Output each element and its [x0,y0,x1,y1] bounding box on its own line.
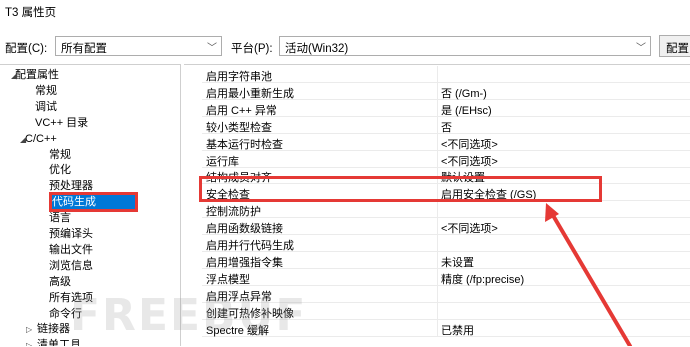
tree-item-label: C/C++ [25,132,57,145]
property-row[interactable]: 启用增强指令集 未设置 [202,251,690,269]
property-value: 精度 (/fp:precise) [441,273,525,286]
platform-dropdown[interactable]: 活动(Win32) ﹀ [279,36,651,56]
property-value-cell[interactable]: <不同选项> [437,150,690,168]
configuration-bar: 配置(C): 所有配置 ﹀ 平台(P): 活动(Win32) ﹀ 配置 [0,32,690,60]
configuration-manager-label: 配置 [666,43,689,55]
property-name: 较小类型检查 [206,121,272,134]
tree-item-label: 预编译头 [49,228,93,240]
highlight-box-security-check [199,176,602,202]
property-value: 否 [441,121,452,134]
configuration-dropdown[interactable]: 所有配置 ﹀ [55,36,222,56]
property-name: 启用增强指令集 [206,256,283,269]
property-row[interactable]: 启用函数级链接 <不同选项> [202,218,690,236]
property-name: 启用最小重新生成 [206,87,294,100]
expand-arrow-icon[interactable]: ▷ [26,322,32,337]
tree-item[interactable]: 预编译头 [49,227,93,242]
tree-item-label: 浏览信息 [49,259,93,272]
property-value-cell[interactable]: 否 (/Gm-) [437,82,690,100]
tree-item[interactable]: 优化 [49,163,71,178]
property-row[interactable]: 启用 C++ 异常 是 (/EHsc) [202,99,690,117]
property-name: 浮点模型 [206,273,250,286]
property-value-cell[interactable]: 精度 (/fp:precise) [437,268,690,286]
property-value-cell[interactable] [437,66,690,83]
property-value-cell[interactable] [437,235,690,252]
highlight-box-code-generation [49,192,138,212]
tree-item-label: 链接器 [37,323,70,336]
tree-item-label: 配置属性 [15,69,59,81]
tree-item[interactable]: ◢ 配置属性 [11,68,59,83]
property-name: 运行库 [206,155,239,168]
property-value: <不同选项> [441,223,498,236]
property-name: 基本运行时检查 [206,138,283,151]
tree-item[interactable]: ◢ C/C++ [20,132,57,147]
collapse-arrow-icon[interactable]: ◢ [11,68,17,83]
watermark: FREEBUF [70,290,308,341]
property-value-cell[interactable]: <不同选项> [437,218,690,236]
property-value: 已禁用 [441,324,474,337]
property-name: 控制流防护 [206,206,261,219]
property-row[interactable]: 浮点模型 精度 (/fp:precise) [202,268,690,286]
property-row[interactable]: 启用字符串池 [202,66,690,83]
property-value: 否 (/Gm-) [441,87,487,100]
property-name: 启用 C++ 异常 [206,104,277,117]
property-row[interactable]: 基本运行时检查 <不同选项> [202,133,690,151]
tree-item-label: 调试 [35,100,57,113]
property-value: 未设置 [441,256,474,269]
tree-item[interactable]: ▷ 链接器 [26,322,70,337]
property-value-cell[interactable] [437,285,690,303]
property-name: 启用函数级链接 [206,223,283,236]
tree-item-label: 优化 [49,164,71,177]
chevron-down-icon: ﹀ [207,43,217,54]
tree-item[interactable]: 常规 [49,148,71,163]
tree-item[interactable]: 常规 [35,84,57,99]
property-row[interactable]: 启用最小重新生成 否 (/Gm-) [202,82,690,100]
window-title: T3 属性页 [5,7,57,19]
expand-arrow-icon[interactable]: ▷ [26,338,32,346]
property-value: 是 (/EHsc) [441,104,492,117]
property-row[interactable]: 运行库 <不同选项> [202,150,690,168]
property-value: <不同选项> [441,138,498,151]
platform-label: 平台(P): [231,43,273,55]
configuration-label: 配置(C): [5,43,48,55]
property-name: 启用字符串池 [206,71,272,83]
tree-item-label: 语言 [49,212,71,225]
tree-item[interactable]: 输出文件 [49,243,93,258]
chevron-down-icon: ﹀ [636,43,646,54]
configuration-manager-button[interactable]: 配置 [659,35,690,57]
property-value: <不同选项> [441,155,498,168]
property-value-cell[interactable] [437,201,690,219]
property-value-cell[interactable]: <不同选项> [437,133,690,151]
tree-item-label: 常规 [35,84,57,97]
property-value-cell[interactable]: 是 (/EHsc) [437,99,690,117]
property-name: 启用并行代码生成 [206,240,294,252]
property-row[interactable]: 启用并行代码生成 [202,235,690,252]
tree-item-label: 预处理器 [49,180,93,193]
property-value-cell[interactable] [437,302,690,320]
tree-item[interactable]: 高级 [49,275,71,290]
collapse-arrow-icon[interactable]: ◢ [20,132,26,147]
tree-item-label: 高级 [49,275,71,288]
tree-item-label: 输出文件 [49,243,93,256]
title-bar: T3 属性页 [0,0,690,24]
platform-value: 活动(Win32) [285,43,349,55]
tree-item[interactable]: 调试 [35,100,57,115]
property-row[interactable]: 控制流防护 [202,201,690,219]
tree-item[interactable]: VC++ 目录 [35,116,88,131]
property-value-cell[interactable]: 未设置 [437,251,690,269]
tree-item-label: VC++ 目录 [35,116,89,129]
property-row[interactable]: 较小类型检查 否 [202,116,690,134]
configuration-value: 所有配置 [61,43,107,55]
property-value-cell[interactable]: 已禁用 [437,319,690,337]
property-value-cell[interactable]: 否 [437,116,690,134]
tree-item[interactable]: 语言 [49,211,71,226]
tree-item[interactable]: 浏览信息 [49,259,93,274]
tree-item-label: 常规 [49,148,71,161]
